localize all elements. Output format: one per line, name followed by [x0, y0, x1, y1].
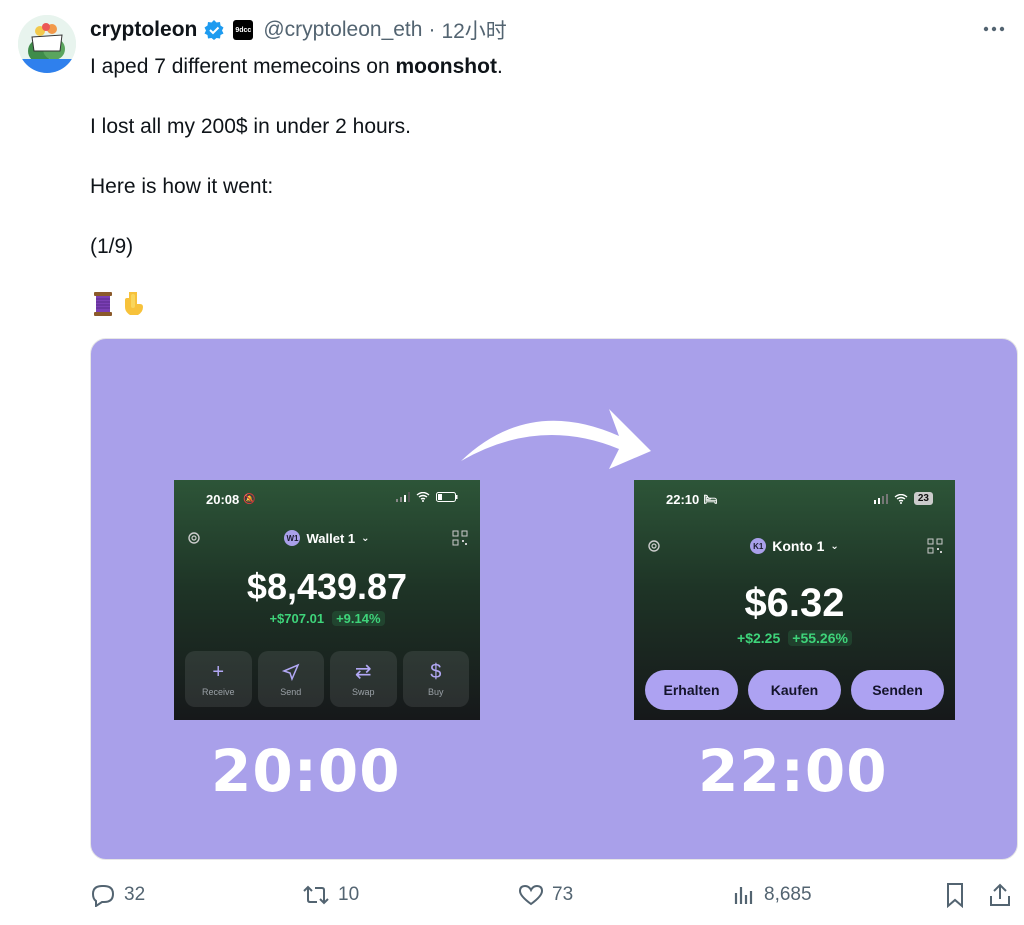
status-bar-time: 20:08 🔕	[206, 492, 256, 507]
repost-count: 10	[338, 884, 360, 905]
view-count: 8,685	[764, 884, 812, 905]
status-bar-icons: 23	[873, 492, 933, 505]
tweet-line-3: Here is how it went:	[90, 175, 274, 198]
chevron-down-icon: ⌄	[830, 540, 839, 552]
views-chart-icon	[734, 887, 753, 904]
bookmark-button[interactable]	[944, 878, 966, 912]
wallet-actions: + Receive Send ⇄ Swap $ Buy	[185, 651, 469, 707]
qr-code-icon[interactable]	[927, 538, 943, 554]
action-label: Buy	[427, 687, 444, 697]
swap-icon: ⇄	[354, 661, 372, 683]
account-badge: K1	[750, 538, 767, 554]
tweet-line-2: I lost all my 200$ in under 2 hours.	[90, 115, 412, 138]
balance-change: +$707.01 +9.14%	[174, 611, 480, 626]
status-bar-time: 22:10 🛏	[666, 492, 718, 507]
like-button[interactable]: 73	[518, 878, 573, 912]
plus-icon: +	[212, 661, 225, 683]
receive-button[interactable]: + Receive	[185, 651, 252, 707]
share-icon	[990, 883, 1010, 906]
verified-badge-icon[interactable]	[203, 19, 225, 41]
change-percent: +9.14%	[332, 611, 385, 626]
buy-button[interactable]: $ Buy	[402, 651, 469, 707]
send-icon	[281, 661, 300, 683]
reply-count: 32	[124, 884, 146, 905]
swap-button[interactable]: ⇄ Swap	[330, 651, 397, 707]
more-options-icon[interactable]	[978, 14, 1010, 44]
dollar-icon: $	[430, 661, 442, 683]
send-button[interactable]: Send	[257, 651, 324, 707]
account-badge: W1	[284, 530, 301, 546]
buy-button[interactable]: Kaufen	[748, 670, 841, 710]
send-button[interactable]: Senden	[851, 670, 944, 710]
change-amount: +$707.01	[269, 611, 325, 626]
tweet-media-image[interactable]: 20:08 🔕 W1 Wallet 1 ⌄ $8,439.87 +$707.01 …	[90, 338, 1018, 860]
tweet-line-4: (1/9)	[90, 235, 134, 258]
account-selector[interactable]: W1 Wallet 1 ⌄	[174, 530, 480, 546]
tweet-emojis	[90, 290, 146, 323]
status-bar-icons	[396, 492, 458, 502]
tweet-timestamp[interactable]: 12小时	[441, 15, 506, 45]
tweet-bold-word: moonshot	[395, 55, 497, 78]
qr-code-icon[interactable]	[452, 530, 468, 546]
curved-arrow-icon	[461, 409, 651, 469]
pointing-down-icon	[120, 290, 146, 323]
author-name[interactable]: cryptoleon	[90, 18, 197, 42]
tweet-line-1: I aped 7 different memecoins on moonshot…	[90, 52, 990, 82]
chevron-down-icon: ⌄	[361, 532, 370, 544]
repost-button[interactable]: 10	[302, 878, 359, 912]
reply-button[interactable]: 32	[90, 878, 145, 912]
separator-dot: ·	[428, 18, 436, 41]
account-name: Wallet 1	[306, 530, 356, 546]
avatar[interactable]	[18, 15, 76, 73]
reply-icon	[91, 885, 115, 907]
tweet-body: I aped 7 different memecoins on moonshot…	[90, 52, 990, 262]
wallet-actions: Erhalten Kaufen Senden	[645, 670, 944, 710]
share-button[interactable]	[988, 878, 1012, 912]
receive-button[interactable]: Erhalten	[645, 670, 738, 710]
account-selector[interactable]: K1 Konto 1 ⌄	[634, 538, 955, 554]
bed-icon: 🛏	[703, 494, 718, 506]
account-name: Konto 1	[772, 538, 825, 554]
repost-icon	[303, 885, 329, 905]
wallet-screenshot-after: 22:10 🛏 23 K1 Konto 1 ⌄ $6.32 +$2.25 +55.…	[634, 480, 955, 720]
change-amount: +$2.25	[737, 630, 781, 646]
affiliate-badge[interactable]: 9dcc	[233, 20, 254, 40]
tweet-actions: 32 10 73 8,685	[90, 878, 1010, 912]
tweet-text-segment: I aped 7 different memecoins on	[90, 55, 396, 78]
heart-icon	[518, 884, 544, 906]
battery-indicator: 23	[913, 492, 933, 505]
balance-change: +$2.25 +55.26%	[634, 630, 955, 646]
wallet-balance: $6.32	[744, 581, 845, 625]
tweet-text-segment: .	[496, 55, 503, 78]
wallet-screenshot-before: 20:08 🔕 W1 Wallet 1 ⌄ $8,439.87 +$707.01 …	[174, 480, 480, 720]
change-percent: +55.26%	[788, 630, 852, 646]
wallet-balance: $8,439.87	[246, 566, 408, 607]
author-handle[interactable]: @cryptoleon_eth	[263, 18, 422, 42]
action-label: Receive	[201, 687, 235, 697]
action-label: Send	[280, 687, 302, 697]
action-label: Swap	[351, 687, 375, 697]
like-count: 73	[552, 884, 574, 905]
clock-label-after: 22:00	[698, 737, 888, 805]
clock-label-before: 20:00	[211, 737, 401, 805]
bookmark-icon	[947, 883, 963, 908]
views-button[interactable]: 8,685	[732, 878, 812, 912]
tweet-header: cryptoleon 9dcc @cryptoleon_eth · 12小时	[90, 14, 1024, 46]
thread-icon	[90, 290, 116, 323]
